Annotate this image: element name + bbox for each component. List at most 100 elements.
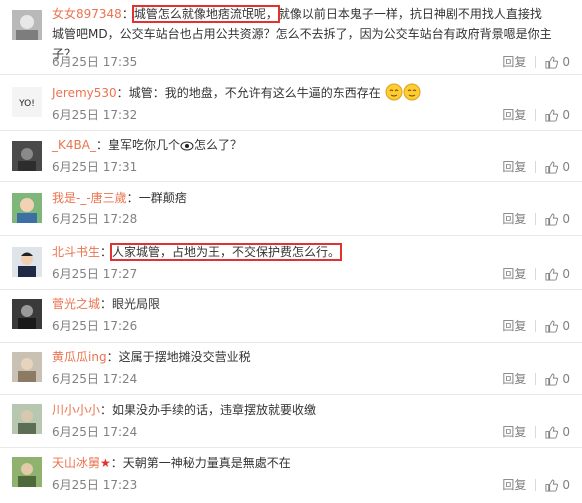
colon: ： — [106, 350, 119, 364]
divider — [535, 479, 537, 491]
colon: ： — [100, 245, 113, 259]
comment-content: 城管：我的地盘，不允许有这么牛逼的东西存在 — [128, 86, 381, 100]
reply-button[interactable]: 回复 — [502, 477, 526, 493]
comment-actions: 回复 0 — [502, 107, 570, 123]
reply-button[interactable]: 回复 — [502, 266, 526, 282]
colon: ： — [110, 456, 123, 470]
divider — [535, 426, 537, 438]
comment-text: 菅光之城：眼光局限 — [52, 294, 552, 314]
reply-button[interactable]: 回复 — [502, 159, 526, 175]
comment-actions: 回复 0 — [502, 211, 570, 227]
reply-button[interactable]: 回复 — [502, 211, 526, 227]
like-count: 0 — [562, 372, 570, 386]
comment-actions: 回复 0 — [502, 54, 570, 70]
comment-item: YO! Jeremy530：城管：我的地盘，不允许有这么牛逼的东西存在 6月25… — [0, 75, 582, 130]
thumbs-up-icon — [545, 425, 559, 439]
username[interactable]: 菅光之城 — [52, 297, 100, 311]
comment-content: 如果没办手续的话，违章摆放就要收缴 — [112, 403, 317, 417]
avatar[interactable] — [12, 457, 42, 487]
thumbs-up-icon — [545, 319, 559, 333]
thumbs-up-icon — [545, 55, 559, 69]
comment-item: _K4BA_：皇军吃你几个 怎么了？ 6月25日 17:31 回复 0 — [0, 131, 582, 181]
timestamp: 6月25日 17:27 — [52, 267, 138, 281]
timestamp: 6月25日 17:23 — [52, 478, 138, 492]
thumbs-up-icon — [545, 372, 559, 386]
timestamp: 6月25日 17:26 — [52, 319, 138, 333]
like-count: 0 — [562, 425, 570, 439]
like-button[interactable]: 0 — [545, 266, 570, 282]
comment-content: 皇军吃你几个 — [107, 138, 180, 152]
divider — [535, 56, 537, 68]
comment-content: 眼光局限 — [112, 297, 161, 311]
username[interactable]: Jeremy530 — [52, 86, 117, 100]
avatar[interactable] — [12, 193, 42, 223]
thumbs-up-icon — [545, 478, 559, 492]
reply-button[interactable]: 回复 — [502, 54, 526, 70]
avatar[interactable] — [12, 299, 42, 329]
like-count: 0 — [562, 267, 570, 281]
like-count: 0 — [562, 478, 570, 492]
timestamp: 6月25日 17:24 — [52, 425, 138, 439]
thumbs-up-icon — [545, 160, 559, 174]
username[interactable]: 北斗书生 — [52, 245, 100, 259]
colon: ： — [121, 7, 134, 21]
like-button[interactable]: 0 — [545, 318, 570, 334]
divider — [535, 213, 537, 225]
username[interactable]: 女女897348 — [52, 7, 122, 21]
like-button[interactable]: 0 — [545, 211, 570, 227]
comment-text: 北斗书生：人家城管，占地为王，不交保护费怎么行。 — [52, 242, 552, 262]
like-button[interactable]: 0 — [545, 424, 570, 440]
divider — [535, 268, 537, 280]
comment-content: 怎么了？ — [193, 138, 242, 152]
avatar[interactable] — [12, 247, 42, 277]
comment-item: 女女897348：城管怎么就像地痞流氓呢，就像以前日本鬼子一样，抗日神剧不用找人… — [0, 0, 582, 74]
reply-button[interactable]: 回复 — [502, 107, 526, 123]
like-button[interactable]: 0 — [545, 159, 570, 175]
divider — [535, 161, 537, 173]
comment-item: 黄瓜瓜ing：这属于摆地摊没交营业税 6月25日 17:24 回复 0 — [0, 343, 582, 394]
like-button[interactable]: 0 — [545, 477, 570, 493]
username[interactable]: 天山冰舅 — [52, 456, 100, 470]
reply-button[interactable]: 回复 — [502, 318, 526, 334]
divider — [535, 109, 537, 121]
comment-actions: 回复 0 — [502, 159, 570, 175]
comment-item: 北斗书生：人家城管，占地为王，不交保护费怎么行。 6月25日 17:27 回复 … — [0, 236, 582, 289]
timestamp: 6月25日 17:31 — [52, 160, 138, 174]
timestamp: 6月25日 17:28 — [52, 212, 138, 226]
like-count: 0 — [562, 319, 570, 333]
comment-actions: 回复 0 — [502, 266, 570, 282]
timestamp: 6月25日 17:35 — [52, 55, 138, 69]
like-count: 0 — [562, 55, 570, 69]
divider — [535, 320, 537, 332]
like-button[interactable]: 0 — [545, 107, 570, 123]
thumbs-up-icon — [545, 108, 559, 122]
svg-text:YO!: YO! — [18, 99, 35, 109]
comment-item: 天山冰舅★：天朝第一神秘力量真是無處不在 6月25日 17:23 回复 0 — [0, 448, 582, 503]
timestamp: 6月25日 17:32 — [52, 108, 138, 122]
username[interactable]: 我是-_-唐三歲 — [52, 191, 127, 205]
avatar[interactable]: YO! — [12, 87, 42, 117]
comment-text: 黄瓜瓜ing：这属于摆地摊没交营业税 — [52, 347, 552, 367]
comment-content: 天朝第一神秘力量真是無處不在 — [122, 456, 291, 470]
reply-button[interactable]: 回复 — [502, 371, 526, 387]
comment-actions: 回复 0 — [502, 318, 570, 334]
username[interactable]: 黄瓜瓜ing — [52, 350, 107, 364]
colon: ： — [116, 86, 129, 100]
avatar[interactable] — [12, 141, 42, 171]
highlighted-text: 城管怎么就像地痞流氓呢， — [131, 5, 280, 23]
like-count: 0 — [562, 212, 570, 226]
emoji-icon — [385, 83, 403, 101]
comment-actions: 回复 0 — [502, 424, 570, 440]
avatar[interactable] — [12, 10, 42, 40]
thumbs-up-icon — [545, 267, 559, 281]
username[interactable]: _K4BA_ — [52, 138, 96, 152]
username[interactable]: 川小小小 — [52, 403, 100, 417]
like-button[interactable]: 0 — [545, 54, 570, 70]
comment-actions: 回复 0 — [502, 371, 570, 387]
avatar[interactable] — [12, 352, 42, 382]
like-button[interactable]: 0 — [545, 371, 570, 387]
avatar[interactable] — [12, 404, 42, 434]
timestamp: 6月25日 17:24 — [52, 372, 138, 386]
emoji-icon — [403, 83, 421, 101]
reply-button[interactable]: 回复 — [502, 424, 526, 440]
